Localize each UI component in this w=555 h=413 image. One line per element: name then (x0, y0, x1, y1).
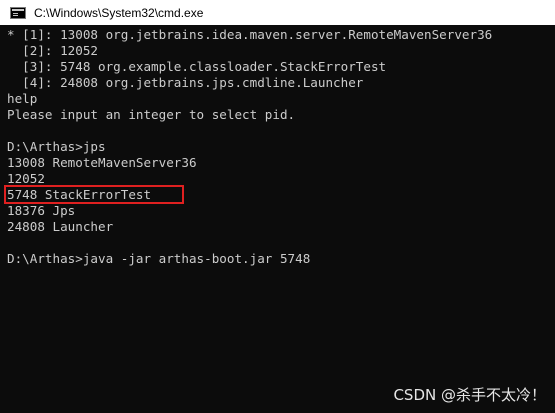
console-line: Please input an integer to select pid. (7, 107, 296, 122)
console-line: help (7, 91, 38, 106)
console-line: 18376 Jps (7, 203, 76, 218)
console-line: [2]: 12052 (7, 43, 98, 58)
window-title: C:\Windows\System32\cmd.exe (34, 5, 204, 20)
highlight-box (4, 185, 184, 204)
watermark: CSDN @杀手不太冷！ (393, 386, 546, 404)
title-bar[interactable]: C:\Windows\System32\cmd.exe (0, 0, 555, 25)
console-line: D:\Arthas>jps (7, 139, 106, 154)
console-line: * [1]: 13008 org.jetbrains.idea.maven.se… (7, 27, 493, 42)
console-output[interactable]: * [1]: 13008 org.jetbrains.idea.maven.se… (0, 25, 555, 413)
console-line: [4]: 24808 org.jetbrains.jps.cmdline.Lau… (7, 75, 364, 90)
console-line: 13008 RemoteMavenServer36 (7, 155, 197, 170)
cmd-console-icon (10, 6, 26, 19)
console-line: 24808 Launcher (7, 219, 114, 234)
console-line: D:\Arthas>java -jar arthas-boot.jar 5748 (7, 251, 311, 266)
console-line: [3]: 5748 org.example.classloader.StackE… (7, 59, 387, 74)
cmd-window: C:\Windows\System32\cmd.exe * [1]: 13008… (0, 0, 555, 413)
